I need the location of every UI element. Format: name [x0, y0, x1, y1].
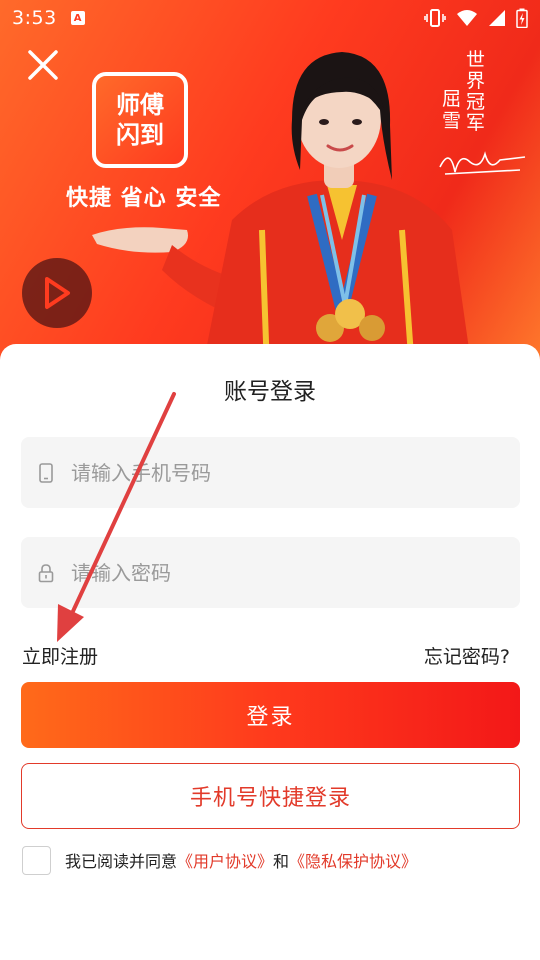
close-button[interactable]	[22, 44, 64, 86]
agreement-row: 我已阅读并同意《用户协议》和《隐私保护协议》	[22, 845, 417, 875]
login-button[interactable]: 登录	[21, 682, 520, 748]
agreement-text: 我已阅读并同意《用户协议》和《隐私保护协议》	[65, 848, 417, 872]
agree-and: 和	[273, 852, 290, 871]
page-title: 账号登录	[224, 379, 316, 405]
register-link[interactable]: 立即注册	[22, 642, 98, 669]
forgot-password-link[interactable]: 忘记密码?	[424, 642, 510, 669]
spokesperson-image	[92, 52, 472, 370]
privacy-agreement-link[interactable]: 《隐私保护协议》	[289, 852, 417, 871]
agree-prefix: 我已阅读并同意	[65, 852, 178, 871]
status-icons	[424, 8, 528, 28]
signal-icon	[489, 10, 505, 26]
play-video-button[interactable]	[22, 258, 92, 328]
password-field[interactable]	[21, 537, 520, 608]
champion-title: 世界冠军	[466, 49, 486, 134]
battery-icon	[516, 8, 528, 28]
hero-banner: 3:53 A 师傅 闪到 快捷 省心 安全 世界冠军 屈雪	[0, 0, 540, 370]
quick-login-button[interactable]: 手机号快捷登录	[21, 763, 520, 829]
agree-checkbox[interactable]	[22, 845, 51, 875]
password-input[interactable]	[71, 560, 491, 585]
close-icon	[28, 50, 58, 80]
vibrate-icon	[424, 9, 446, 27]
phone-field[interactable]	[21, 437, 520, 508]
phone-input[interactable]	[71, 460, 491, 485]
signature-icon	[439, 151, 526, 175]
phone-icon	[37, 462, 55, 484]
status-time: 3:53	[12, 7, 57, 29]
lock-icon	[37, 562, 55, 584]
user-agreement-link[interactable]: 《用户协议》	[177, 852, 273, 871]
app-notification-icon: A	[70, 11, 85, 25]
champion-name: 屈雪	[442, 88, 462, 132]
wifi-icon	[457, 10, 477, 26]
champion-caption: 世界冠军 屈雪	[439, 49, 530, 190]
play-icon	[45, 277, 70, 309]
